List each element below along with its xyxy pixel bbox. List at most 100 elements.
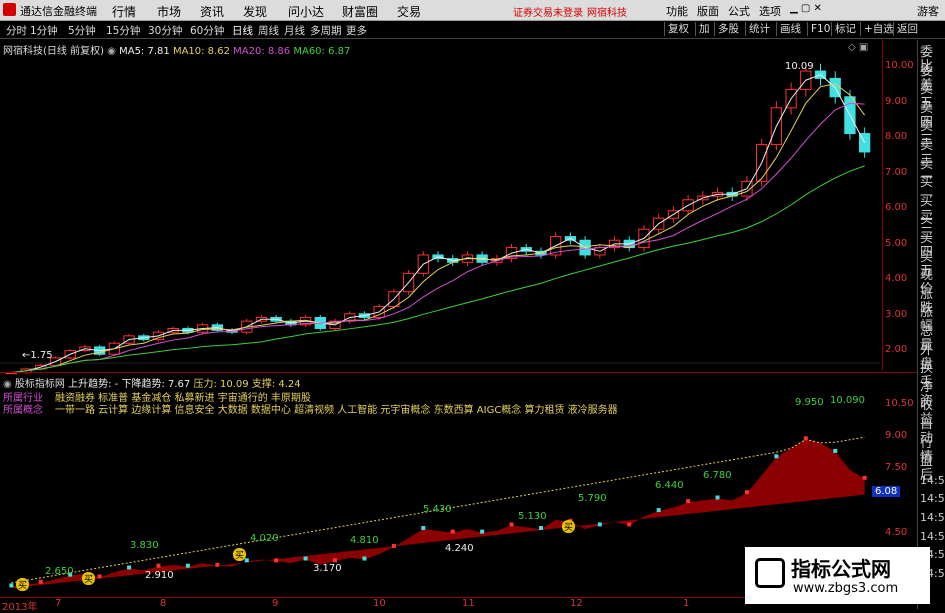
time-tick: 12 xyxy=(570,598,583,609)
main-axis-line xyxy=(882,40,883,370)
statistics-button[interactable]: 统计 xyxy=(745,22,773,36)
menu-item-wealth[interactable]: 财富圈 xyxy=(342,3,378,20)
menu-item-formula[interactable]: 公式 xyxy=(728,3,750,19)
indicator-candle xyxy=(597,522,602,527)
indicator-candle xyxy=(9,583,14,588)
indicator-candle xyxy=(244,558,249,563)
panel-divider xyxy=(0,372,918,373)
add-watchlist-button[interactable]: +自选 xyxy=(860,22,897,36)
menu-item-layout[interactable]: 版面 xyxy=(697,3,719,19)
period-30min[interactable]: 30分钟 xyxy=(148,23,182,38)
period-weekly[interactable]: 周线 xyxy=(258,23,279,38)
indicator-tick: 6.08 xyxy=(872,486,901,497)
period-multi[interactable]: 多周期 xyxy=(310,23,342,38)
price-tick: 3.00 xyxy=(885,308,908,320)
price-tick: 8.00 xyxy=(885,131,908,142)
quote-field-label[interactable]: 14:50 xyxy=(920,492,945,506)
indicator-price-label: 4.240 xyxy=(445,543,474,554)
back-button[interactable]: 返回 xyxy=(893,22,921,36)
time-tick: 11 xyxy=(462,598,475,609)
indicator-price-label: 5.130 xyxy=(518,511,547,522)
period-daily[interactable]: 日线 xyxy=(232,23,253,38)
period-intraday[interactable]: 分时 xyxy=(6,23,27,38)
menu-item-trade[interactable]: 交易 xyxy=(397,3,421,20)
menu-item-xiaoda[interactable]: 问小达 xyxy=(288,3,324,20)
multi-stock-button[interactable]: 多股 xyxy=(714,22,742,36)
menu-item-options[interactable]: 选项 xyxy=(759,3,781,19)
low-annotation: ←1.75 xyxy=(22,350,53,361)
guest-label[interactable]: 游客 xyxy=(917,3,939,19)
restore-rights-button[interactable]: 复权 xyxy=(664,22,692,36)
window-controls[interactable]: ▁ ▢ ✕ xyxy=(790,3,822,14)
indicator-price-label: 10.090 xyxy=(830,395,865,406)
indicator-candle xyxy=(803,436,808,441)
stock-name-top: 网宿科技 xyxy=(587,8,627,19)
time-tick: 8 xyxy=(160,598,167,609)
indicator-price-label: 6.780 xyxy=(703,470,732,481)
indicator-price-label: 4.810 xyxy=(350,535,379,546)
indicator-candle xyxy=(303,556,308,561)
indicator-candle xyxy=(480,529,485,534)
menu-item-news[interactable]: 资讯 xyxy=(200,3,224,20)
indicator-price-label: 6.440 xyxy=(655,480,684,491)
indicator-tick: 4.50 xyxy=(885,527,908,538)
period-1min[interactable]: 1分钟 xyxy=(30,23,58,38)
quote-field-label[interactable]: 14:50 xyxy=(920,511,945,525)
indicator-candle xyxy=(450,529,455,534)
indicator-candle xyxy=(97,574,102,579)
mark-button[interactable]: 标记 xyxy=(831,22,859,36)
chart-controls-icon[interactable]: ◇ ▣ xyxy=(848,42,868,53)
indicator-candle xyxy=(421,526,426,531)
app-logo-icon xyxy=(3,3,16,16)
indicator-candle xyxy=(127,565,132,570)
indicator-price-label: 3.830 xyxy=(130,540,159,551)
watermark-url: www.zbgs3.com xyxy=(793,581,899,596)
period-more[interactable]: 更多 xyxy=(346,23,367,38)
period-monthly[interactable]: 月线 xyxy=(284,23,305,38)
add-button[interactable]: 加 xyxy=(695,22,713,36)
price-tick: 4.00 xyxy=(885,273,908,284)
time-tick: 10 xyxy=(373,598,386,609)
indicator-candle xyxy=(862,475,867,480)
quote-field-label[interactable]: 14:50 xyxy=(920,474,945,488)
indicator-candle xyxy=(656,508,661,513)
indicator-price-label: 5.790 xyxy=(578,493,607,504)
indicator-candle xyxy=(185,563,190,568)
indicator-price-label: 3.170 xyxy=(313,563,342,574)
indicator-tick: 10.50 xyxy=(885,398,914,409)
high-annotation: 10.09 xyxy=(785,61,814,72)
price-chart[interactable] xyxy=(0,55,880,385)
indicator-candle xyxy=(38,579,43,584)
price-tick: 2.00 xyxy=(885,344,908,355)
indicator-candle xyxy=(391,543,396,548)
period-15min[interactable]: 15分钟 xyxy=(106,23,140,38)
indicator-candle xyxy=(215,562,220,567)
indicator-tick: 7.50 xyxy=(885,462,908,473)
indicator-price-label: 9.950 xyxy=(795,397,824,408)
time-tick: 9 xyxy=(272,598,279,609)
period-5min[interactable]: 5分钟 xyxy=(68,23,96,38)
indicator-candle xyxy=(362,556,367,561)
draw-line-button[interactable]: 画线 xyxy=(776,22,804,36)
menu-item-discover[interactable]: 发现 xyxy=(243,3,267,20)
menu-item-market[interactable]: 市场 xyxy=(157,3,181,20)
indicator-candle xyxy=(774,454,779,459)
indicator-candle xyxy=(333,558,338,563)
period-60min[interactable]: 60分钟 xyxy=(190,23,224,38)
buy-signal-badge: 买 xyxy=(233,548,247,561)
quote-field-label[interactable]: 14:50 xyxy=(920,530,945,544)
price-tick: 10.00 xyxy=(885,60,914,71)
indicator-price-label: 2.910 xyxy=(145,570,174,581)
menu-item-quotes[interactable]: 行情 xyxy=(112,3,136,20)
price-tick: 9.00 xyxy=(885,95,908,107)
indicator-tick: 9.00 xyxy=(885,430,908,441)
login-warning[interactable]: 证券交易未登录 xyxy=(513,4,583,19)
low-annotation-value: 1.75 xyxy=(30,350,53,361)
f10-button[interactable]: F10 xyxy=(807,22,833,36)
time-tick: 7 xyxy=(55,598,62,609)
indicator-candle xyxy=(538,526,543,531)
menu-item-function[interactable]: 功能 xyxy=(666,3,688,19)
watermark-title: 指标公式网 xyxy=(791,557,891,581)
indicator-price-label: 4.020 xyxy=(250,533,279,544)
price-tick: 5.00 xyxy=(885,237,908,249)
